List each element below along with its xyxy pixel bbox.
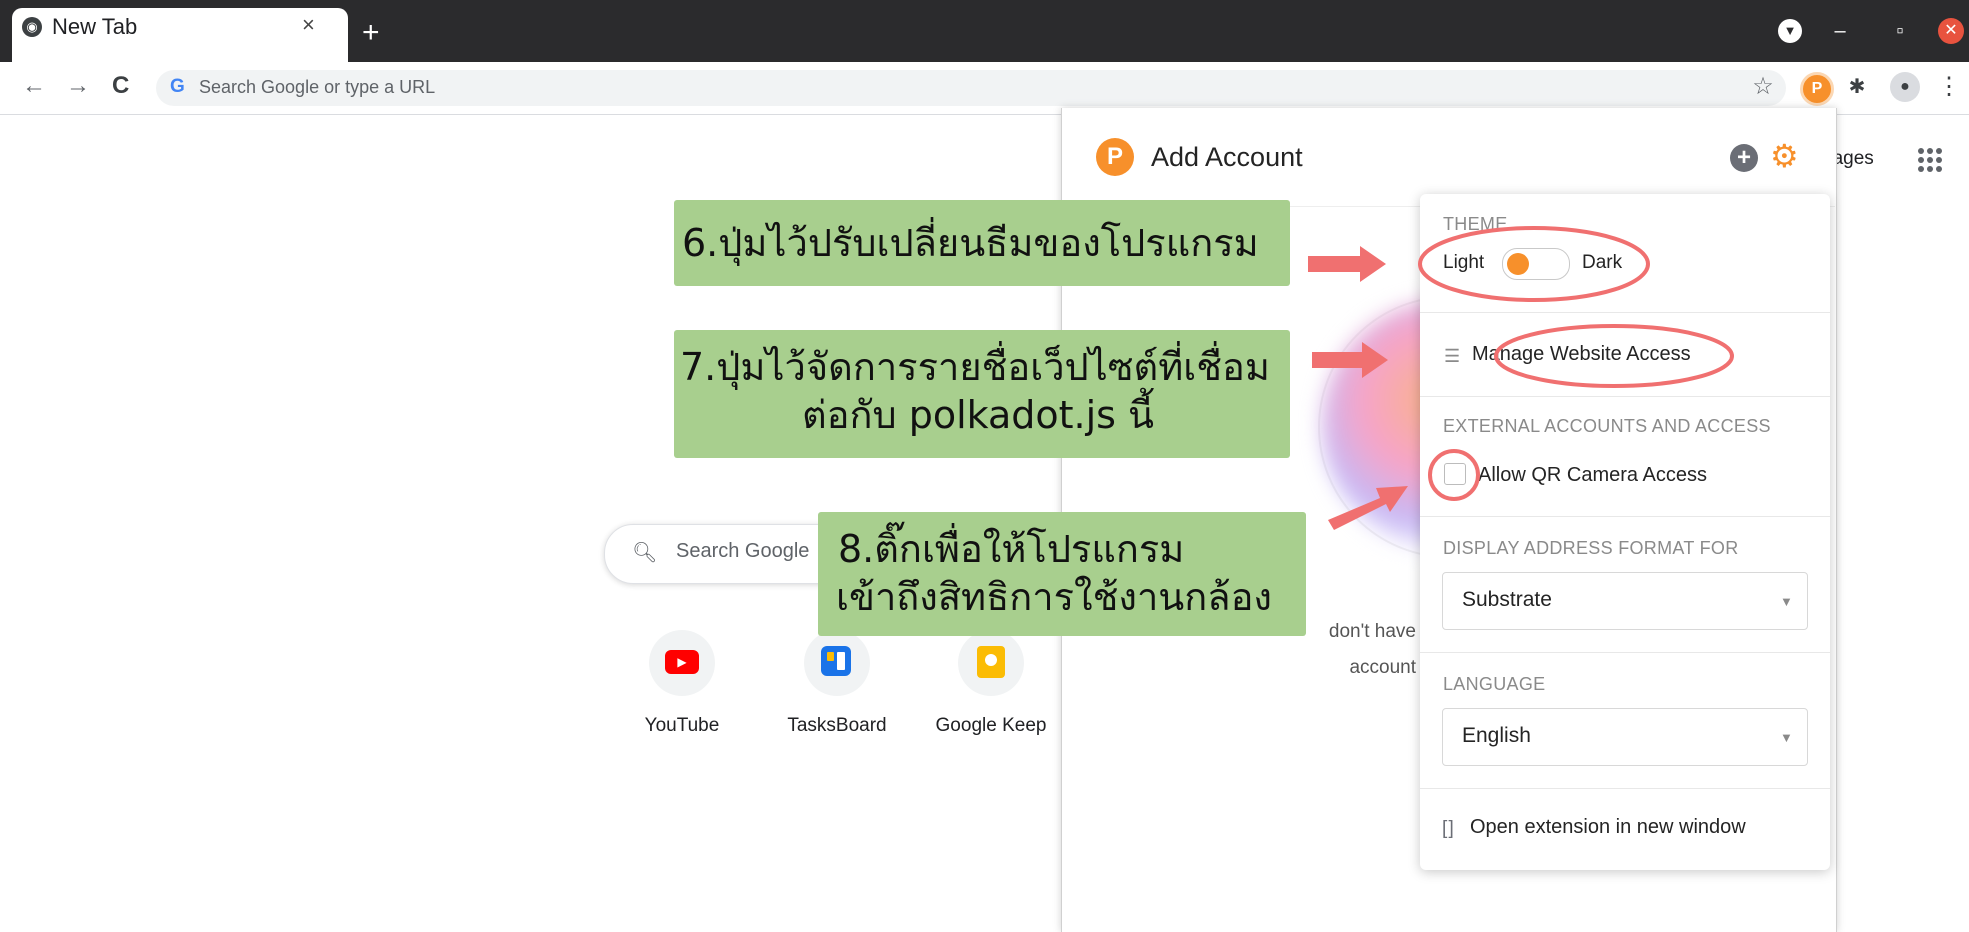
ring-manage-access (1494, 324, 1734, 388)
ring-theme-toggle (1418, 226, 1650, 302)
arrow-to-theme (1308, 246, 1386, 282)
arrow-to-qr-checkbox (1328, 486, 1408, 530)
annotation-overlay (1308, 226, 1734, 530)
arrow-to-manage-access (1312, 342, 1388, 378)
ring-qr-checkbox (1428, 449, 1480, 501)
